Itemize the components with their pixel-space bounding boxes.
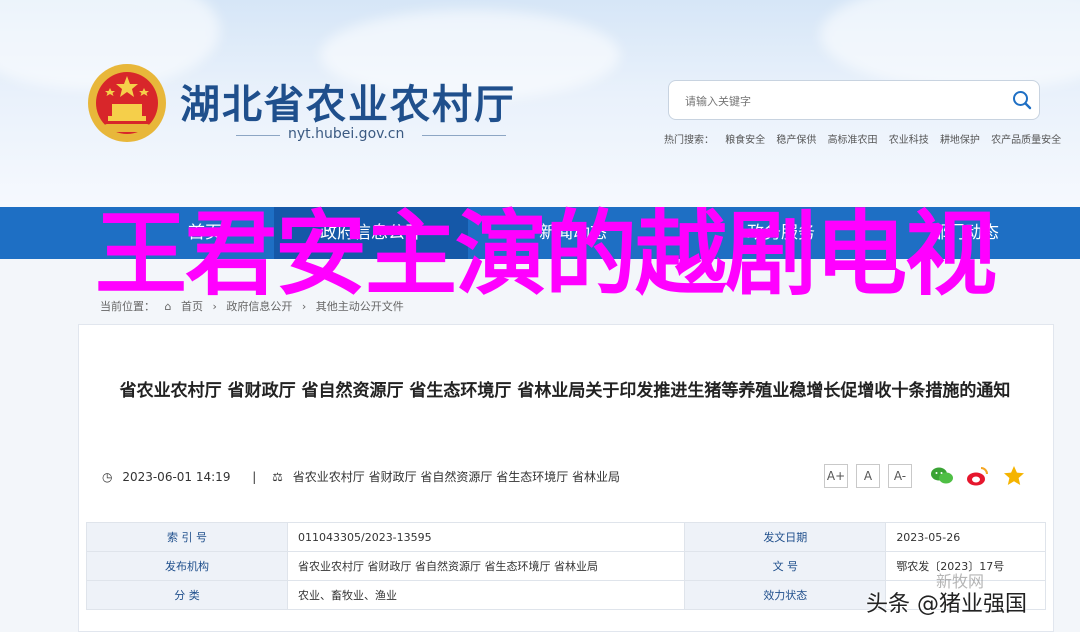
site-header: 湖北省农业农村厅 nyt.hubei.gov.cn 热门搜索： 粮食安全 稳产保… <box>0 0 1080 207</box>
favorite-star-icon[interactable] <box>1002 464 1026 488</box>
article-meta: ◷ 2023-06-01 14:19 | ⚖ 省农业农村厅 省财政厅 省自然资源… <box>102 468 626 485</box>
table-label: 发文日期 <box>684 522 887 552</box>
divider <box>422 135 506 136</box>
wechat-share-icon[interactable] <box>930 464 954 488</box>
font-decrease-button[interactable]: A- <box>888 464 912 488</box>
hot-search-item[interactable]: 粮食安全 <box>725 135 765 146</box>
hot-search-item[interactable]: 耕地保护 <box>940 135 980 146</box>
article-source: 省农业农村厅 省财政厅 省自然资源厅 省生态环境厅 省林业局 <box>292 470 621 484</box>
table-label: 效力状态 <box>684 580 887 610</box>
table-value: 农业、畜牧业、渔业 <box>286 580 686 610</box>
hot-search-label: 热门搜索： <box>664 135 714 146</box>
font-normal-button[interactable]: A <box>856 464 880 488</box>
table-value: 2023-05-26 <box>885 522 1046 552</box>
hot-search-item[interactable]: 农产品质量安全 <box>991 135 1061 146</box>
table-row: 索 引 号 011043305/2023-13595 发文日期 2023-05-… <box>86 522 1046 552</box>
hot-search-item[interactable]: 高标准农田 <box>828 135 878 146</box>
search-input[interactable] <box>683 89 987 113</box>
overlay-title: 王君安主演的越剧电视 <box>94 201 997 308</box>
font-increase-button[interactable]: A+ <box>824 464 848 488</box>
search-box <box>668 80 1040 120</box>
site-name[interactable]: 湖北省农业农村厅 <box>180 72 516 130</box>
table-label: 发布机构 <box>86 551 288 581</box>
hot-search-item[interactable]: 农业科技 <box>889 135 929 146</box>
cloud-decoration <box>820 0 1080 90</box>
table-row: 发布机构 省农业农村厅 省财政厅 省自然资源厅 省生态环境厅 省林业局 文 号 … <box>86 551 1046 581</box>
article-date: 2023-06-01 14:19 <box>122 470 231 484</box>
weibo-share-icon[interactable] <box>966 464 990 488</box>
meta-separator: | <box>252 470 257 484</box>
table-label: 文 号 <box>684 551 887 581</box>
table-label: 分 类 <box>86 580 288 610</box>
national-emblem-icon <box>88 64 166 142</box>
table-value: 省农业农村厅 省财政厅 省自然资源厅 省生态环境厅 省林业局 <box>286 551 686 581</box>
source-icon: ⚖ <box>272 470 283 484</box>
site-url-block: nyt.hubei.gov.cn <box>236 126 506 144</box>
hot-search-item[interactable]: 稳产保供 <box>776 135 816 146</box>
table-label: 索 引 号 <box>86 522 288 552</box>
divider <box>236 135 280 136</box>
article-title: 省农业农村厅 省财政厅 省自然资源厅 省生态环境厅 省林业局关于印发推进生猪等养… <box>119 381 1011 401</box>
hot-search: 热门搜索： 粮食安全 稳产保供 高标准农田 农业科技 耕地保护 农产品质量安全 <box>664 131 1069 146</box>
search-icon[interactable] <box>1011 89 1033 111</box>
site-url: nyt.hubei.gov.cn <box>288 126 405 142</box>
table-value: 011043305/2023-13595 <box>286 522 686 552</box>
clock-icon: ◷ <box>102 470 113 484</box>
watermark: 头条 @猪业强国 <box>866 592 1027 617</box>
